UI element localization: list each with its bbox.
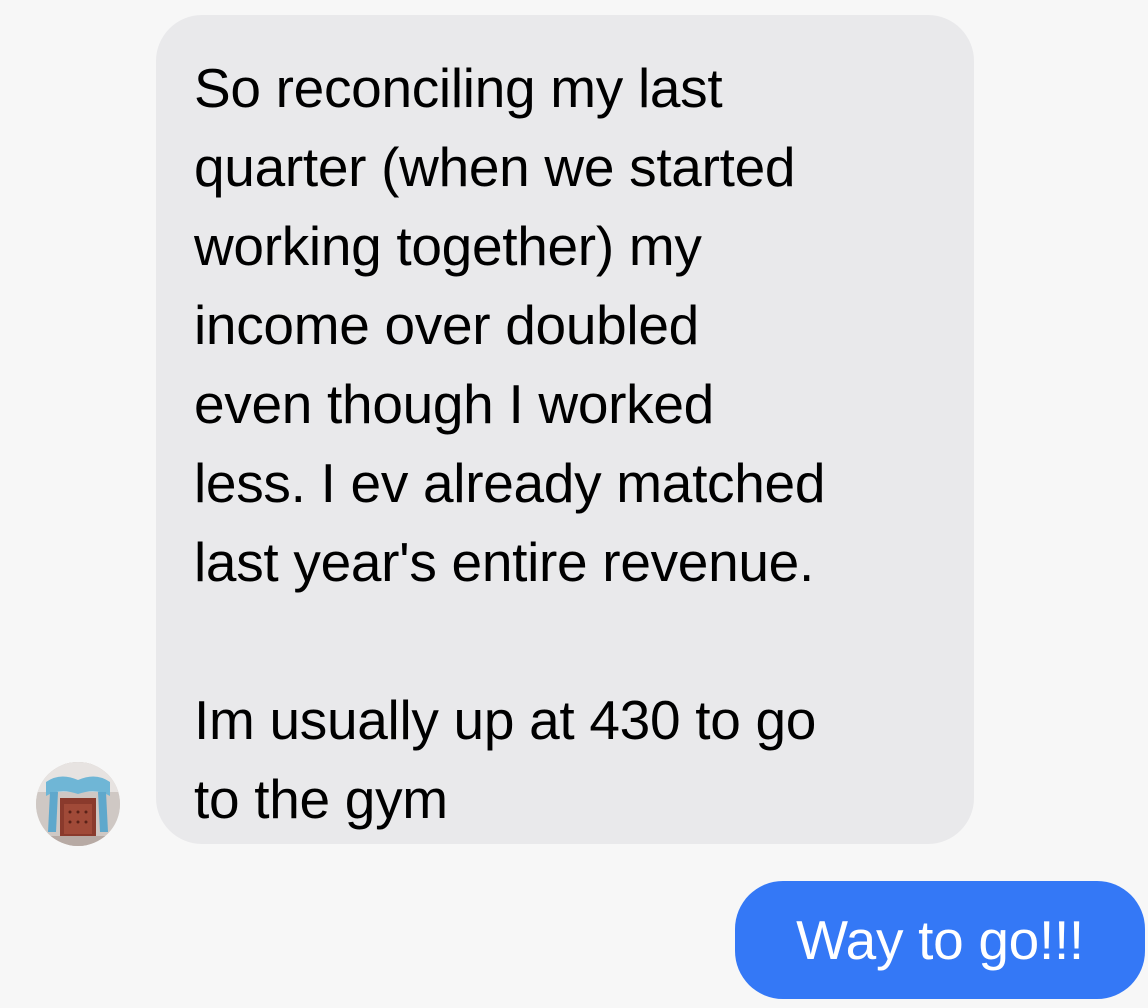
contact-avatar[interactable]	[36, 762, 120, 846]
message-thread: So reconciling my last quarter (when we …	[0, 0, 1148, 1008]
outgoing-message-bubble[interactable]: Way to go!!!	[735, 881, 1145, 999]
incoming-message-bubble[interactable]: So reconciling my last quarter (when we …	[156, 15, 974, 844]
incoming-message-row: So reconciling my last quarter (when we …	[0, 0, 1148, 860]
avatar-photo-icon	[36, 762, 120, 846]
